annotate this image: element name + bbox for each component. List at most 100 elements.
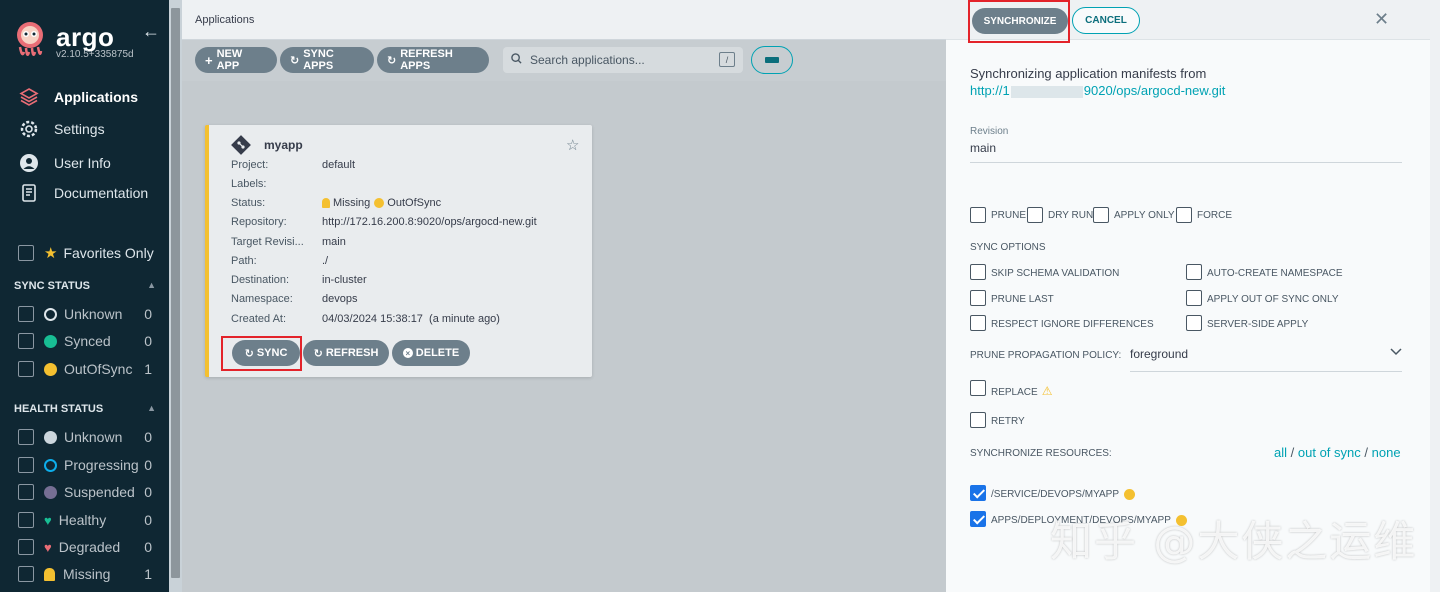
breadcrumb[interactable]: Applications [195, 14, 254, 26]
filter-checkbox[interactable] [18, 512, 34, 528]
pause-circle-icon [44, 485, 57, 499]
prune-policy-select[interactable]: foreground [1130, 347, 1188, 361]
skip-schema-validation-checkbox[interactable] [970, 264, 986, 280]
replace-checkbox[interactable] [970, 380, 986, 396]
filter-checkbox[interactable] [18, 361, 34, 377]
filter-sync-unknown[interactable]: Unknown 0 [18, 306, 152, 322]
sidebar-scroll-thumb[interactable] [171, 8, 180, 578]
star-outline-icon[interactable]: ☆ [566, 136, 579, 154]
filter-checkbox[interactable] [18, 539, 34, 555]
option-label: SERVER-SIDE APPLY [1207, 319, 1309, 330]
filter-checkbox[interactable] [18, 333, 34, 349]
revision-input[interactable]: main [970, 141, 996, 155]
refresh-icon: ↻ [313, 347, 323, 360]
force-checkbox[interactable] [1176, 207, 1192, 223]
filter-health-suspended[interactable]: Suspended 0 [18, 484, 152, 500]
filter-checkbox[interactable] [18, 484, 34, 500]
select-out-of-sync-link[interactable]: out of sync [1298, 445, 1361, 460]
new-app-button[interactable]: + NEW APP [195, 47, 277, 73]
auto-create-namespace-checkbox[interactable] [1186, 264, 1202, 280]
field-created-at: 04/03/2024 15:38:17 (a minute ago) [322, 313, 500, 325]
field-key: Status: [231, 197, 266, 209]
select-underline [1130, 371, 1402, 372]
card-refresh-button[interactable]: ↻ REFRESH [303, 340, 389, 366]
refresh-apps-button[interactable]: ↻ REFRESH APPS [377, 47, 489, 73]
app-name[interactable]: myapp [264, 138, 303, 152]
health-status-header[interactable]: HEALTH STATUS ▲ [14, 403, 156, 415]
favorites-only-filter[interactable]: ★ Favorites Only [18, 244, 154, 262]
prune-checkbox[interactable] [970, 207, 986, 223]
field-namespace: devops [322, 293, 358, 305]
respect-ignore-differences-checkbox[interactable] [970, 315, 986, 331]
retry-checkbox[interactable] [970, 412, 986, 428]
filter-sync-synced[interactable]: Synced 0 [18, 333, 152, 349]
apply-out-of-sync-only-checkbox[interactable] [1186, 290, 1202, 306]
filter-sync-outofsync[interactable]: OutOfSync 1 [18, 361, 152, 377]
revision-label: Revision [970, 126, 1009, 137]
field-key: Created At: [231, 313, 287, 325]
option-label: PRUNE LAST [991, 294, 1054, 305]
question-circle-icon [44, 430, 57, 444]
apply-only-checkbox[interactable] [1093, 207, 1109, 223]
sync-icon: ↻ [290, 54, 300, 67]
version-label: v2.10.5+335875d [56, 49, 134, 60]
field-status: Missing OutOfSync [322, 197, 441, 209]
sync-apps-button[interactable]: ↻ SYNC APPS [280, 47, 374, 73]
resource-checkbox[interactable] [970, 485, 986, 501]
collapse-up-icon[interactable]: ▲ [147, 403, 156, 415]
card-delete-button[interactable]: × DELETE [392, 340, 470, 366]
sync-resources-label: SYNCHRONIZE RESOURCES: [970, 448, 1112, 459]
prune-last-checkbox[interactable] [970, 290, 986, 306]
option-label: AUTO-CREATE NAMESPACE [1207, 268, 1343, 279]
search-input[interactable]: Search applications... / [503, 47, 743, 73]
dry-run-checkbox[interactable] [1027, 207, 1043, 223]
star-icon: ★ [44, 245, 58, 262]
option-label: APPLY OUT OF SYNC ONLY [1207, 294, 1339, 305]
field-repository[interactable]: http://172.16.200.8:9020/ops/argocd-new.… [322, 216, 537, 228]
field-target-revision: main [322, 236, 346, 248]
watermark-text: 知乎 @大侠之运维 [1050, 517, 1418, 566]
filter-health-progressing[interactable]: Progressing 0 [18, 457, 152, 473]
filter-checkbox[interactable] [18, 566, 34, 582]
times-circle-icon: × [402, 348, 413, 358]
warning-icon: ⚠ [1041, 384, 1053, 398]
prune-policy-label: PRUNE PROPAGATION POLICY: [970, 350, 1122, 361]
repo-link[interactable]: http://1 9020/ops/argocd-new.git [970, 83, 1225, 98]
filter-checkbox[interactable] [18, 306, 34, 322]
cancel-button[interactable]: CANCEL [1072, 7, 1140, 34]
filter-checkbox[interactable] [18, 429, 34, 445]
nav-settings[interactable]: Settings [18, 118, 105, 140]
filter-checkbox[interactable] [18, 457, 34, 473]
nav-documentation[interactable]: Documentation [18, 182, 148, 204]
check-circle-icon [44, 334, 57, 348]
filter-health-unknown[interactable]: Unknown 0 [18, 429, 152, 445]
chevron-down-icon[interactable] [1390, 345, 1402, 359]
tiles-icon [765, 57, 779, 63]
prune-label: PRUNE [991, 210, 1027, 221]
nav-applications[interactable]: Applications [18, 86, 138, 108]
select-all-link[interactable]: all [1274, 445, 1287, 460]
view-toggle-button[interactable] [751, 46, 793, 74]
book-icon [18, 182, 40, 204]
resource-checkbox[interactable] [970, 511, 986, 527]
field-key: Labels: [231, 178, 267, 190]
filter-health-missing[interactable]: Missing 1 [18, 566, 152, 582]
replace-label: REPLACE ⚠ [991, 384, 1053, 398]
server-side-apply-checkbox[interactable] [1186, 315, 1202, 331]
favorites-checkbox[interactable] [18, 245, 34, 261]
sync-status-header[interactable]: SYNC STATUS ▲ [14, 280, 156, 292]
gear-icon [18, 118, 40, 140]
field-key: Repository: [231, 216, 287, 228]
collapse-arrow-icon[interactable]: ← [142, 21, 160, 42]
close-icon[interactable]: ✕ [1374, 9, 1389, 30]
select-none-link[interactable]: none [1372, 445, 1401, 460]
arrow-circle-icon [1124, 489, 1136, 500]
filter-health-degraded[interactable]: ♥ Degraded 0 [18, 539, 152, 555]
nav-user-info[interactable]: User Info [18, 152, 111, 174]
filter-health-healthy[interactable]: ♥ Healthy 0 [18, 512, 152, 528]
resource-select-links: all / out of sync / none [1274, 445, 1401, 460]
field-path: ./ [322, 255, 329, 267]
collapse-up-icon[interactable]: ▲ [147, 280, 156, 292]
highlight-box [968, 0, 1070, 43]
page-scrollbar[interactable] [1430, 0, 1440, 592]
